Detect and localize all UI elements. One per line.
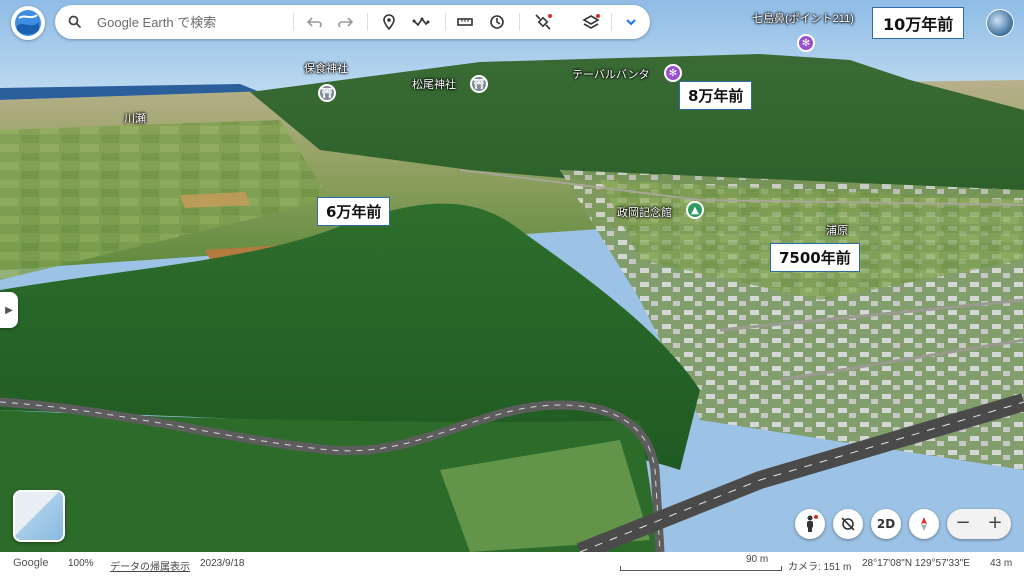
annotation-80k-years: 8万年前: [679, 81, 753, 110]
zoom-percent: 100%: [68, 558, 94, 569]
data-attribution-link[interactable]: データの帰属表示: [110, 558, 190, 573]
museum-pin-icon[interactable]: ▲: [686, 201, 704, 219]
layers-button[interactable]: [579, 10, 603, 34]
poi-label-hoshoku-shrine: 保食神社: [304, 63, 348, 75]
place-label-urahara: 浦原: [826, 225, 848, 237]
compass-button[interactable]: [909, 509, 939, 539]
zoom-out-button[interactable]: −: [947, 512, 979, 533]
annotation-100k-years: 10万年前: [872, 7, 965, 39]
more-tools-button[interactable]: [619, 10, 643, 34]
scale-label: 90 m: [746, 554, 769, 565]
scale-bar: [620, 566, 782, 571]
toolbar-divider: [367, 13, 368, 31]
historical-imagery-button[interactable]: [485, 10, 509, 34]
tilt-icon: [841, 517, 855, 531]
poi-label-table-banta: テーバルバンタ: [572, 69, 650, 81]
add-placemark-button[interactable]: [377, 10, 401, 34]
status-bar: Google 100% データの帰属表示 2023/9/18 90 m カメラ:…: [0, 552, 1024, 576]
toolbar-divider: [293, 13, 294, 31]
poi-label-seikou-memorial: 政岡記念館: [617, 207, 672, 219]
annotation-7500-years: 7500年前: [770, 243, 860, 272]
elevation: 43 m: [990, 558, 1013, 569]
chevron-right-icon: ▶: [5, 304, 13, 316]
reset-tilt-button[interactable]: [833, 509, 863, 539]
camera-altitude: カメラ: 151 m: [788, 562, 852, 573]
avatar[interactable]: [986, 9, 1014, 37]
zoom-control: − +: [947, 509, 1011, 539]
place-label-kawasemi: 川瀬: [124, 113, 146, 125]
search-toolbar: [55, 5, 650, 39]
location-pin-icon: [383, 14, 395, 31]
search-icon[interactable]: [68, 15, 82, 29]
path-icon: [412, 17, 430, 27]
history-icon: [490, 15, 504, 29]
toolbar-divider: [611, 13, 612, 31]
viewpoint-pin-icon[interactable]: ✻: [664, 64, 682, 82]
add-path-button[interactable]: [409, 10, 433, 34]
imagery-date: 2023/9/18: [200, 558, 245, 569]
poi-label-matsuo-shrine: 松尾神社: [412, 79, 456, 91]
toolbar-divider: [519, 13, 520, 31]
google-earth-logo[interactable]: [11, 6, 45, 40]
expand-panel-button[interactable]: ▶: [0, 292, 18, 328]
coordinates: 28°17'08"N 129°57'33"E: [862, 558, 970, 569]
google-wordmark: Google: [13, 557, 49, 569]
zoom-in-button[interactable]: +: [979, 512, 1011, 533]
shrine-pin-icon[interactable]: ⛩: [470, 75, 488, 93]
toolbar-divider: [445, 13, 446, 31]
ruler-icon: [457, 18, 473, 26]
poi-pin-point211[interactable]: ✻: [797, 34, 815, 52]
redo-button[interactable]: [333, 10, 357, 34]
terrain-render: [0, 0, 1024, 561]
earth-logo-icon: [15, 10, 41, 36]
2d-toggle-button[interactable]: 2D: [871, 509, 901, 539]
chevron-down-icon: [626, 19, 636, 26]
layers-icon: [582, 14, 600, 29]
point-name-label: 七島鼻(ポイント211): [752, 13, 854, 25]
shrine-pin-icon[interactable]: ⛩: [318, 84, 336, 102]
satellite-icon: [535, 14, 552, 30]
pegman-icon: [807, 515, 818, 532]
undo-icon: [306, 17, 322, 28]
satellite-button[interactable]: [531, 10, 555, 34]
earth-3d-view[interactable]: [0, 0, 1024, 576]
undo-button[interactable]: [303, 10, 327, 34]
compass-icon: [921, 517, 927, 531]
annotation-60k-years: 6万年前: [317, 197, 391, 226]
redo-icon: [338, 17, 354, 28]
minimap[interactable]: [13, 490, 65, 542]
street-view-button[interactable]: [795, 509, 825, 539]
measure-button[interactable]: [453, 10, 477, 34]
